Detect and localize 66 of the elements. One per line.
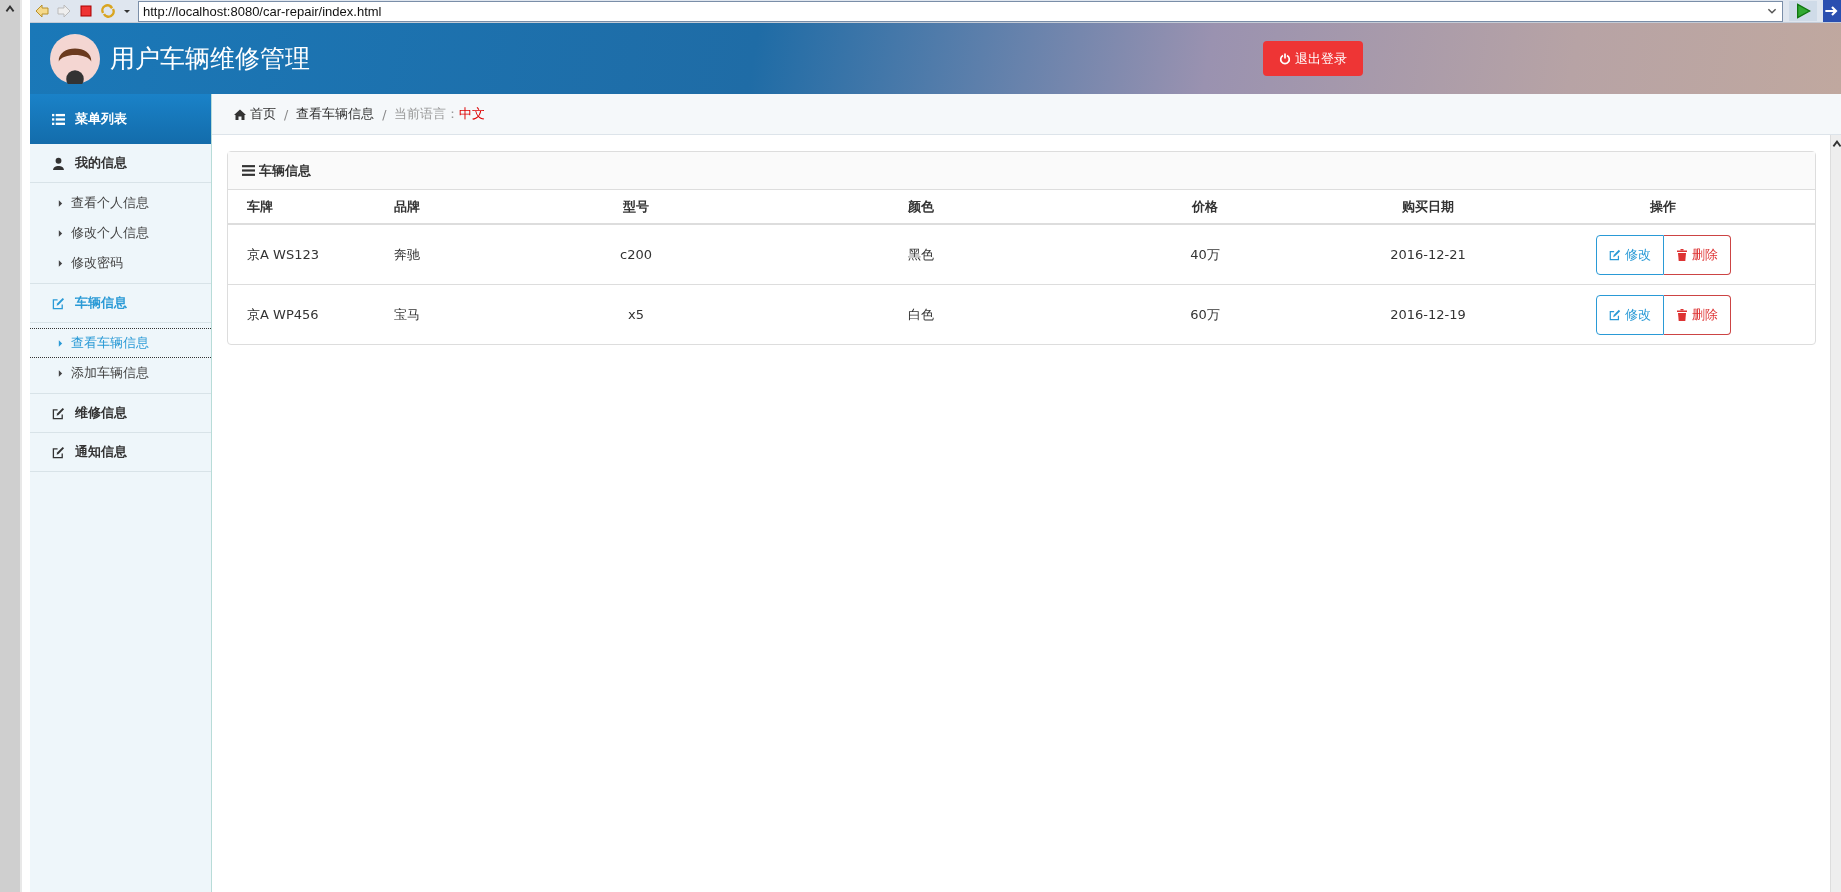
table-cell-text: 宝马 <box>393 305 421 324</box>
scrollbar[interactable] <box>1830 135 1841 892</box>
column-header: 车牌 <box>246 197 274 216</box>
language-label: 当前语言： <box>394 105 460 123</box>
caret-right-icon <box>58 338 63 348</box>
column-header: 品牌 <box>393 197 421 216</box>
refresh-icon <box>100 3 116 19</box>
caret-right-icon <box>58 228 63 238</box>
panel-title: 车辆信息 <box>259 161 311 180</box>
edit-icon <box>1608 248 1621 261</box>
menu-item[interactable]: 添加车辆信息 <box>30 358 211 388</box>
menu-item[interactable]: 修改个人信息 <box>30 218 211 248</box>
caret-right-icon <box>58 258 63 268</box>
power-icon <box>1279 52 1291 65</box>
menu-group[interactable]: 通知信息 <box>30 433 211 472</box>
language-value: 中文 <box>459 105 486 123</box>
column-header: 操作 <box>1649 197 1677 216</box>
column-header: 颜色 <box>907 197 935 216</box>
edit-icon <box>52 296 65 310</box>
scrollbar[interactable] <box>0 0 22 892</box>
caret-right-icon <box>58 368 63 378</box>
sidebar-title: 菜单列表 <box>75 110 127 128</box>
menu-item[interactable]: 查看个人信息 <box>30 188 211 218</box>
caret-right-icon <box>58 198 63 208</box>
column-header: 价格 <box>1190 197 1219 216</box>
table-cell-text: 奔驰 <box>393 245 421 264</box>
play-icon <box>1795 3 1811 19</box>
back-icon <box>34 3 50 19</box>
home-icon <box>234 108 246 120</box>
menu-group[interactable]: 我的信息 <box>30 144 211 183</box>
edit-icon <box>52 406 65 420</box>
menu-item[interactable]: 修改密码 <box>30 248 211 278</box>
delete-button[interactable]: 删除 <box>1663 234 1731 275</box>
address-field[interactable]: http://localhost:8080/car-repair/index.html <box>138 0 1783 22</box>
breadcrumb-separator: / <box>284 106 289 122</box>
breadcrumb-link[interactable]: 首页 <box>234 105 276 123</box>
column-header: 型号 <box>622 197 650 216</box>
app-title: 用户车辆维修管理 <box>110 43 310 75</box>
table-cell-text: c200 <box>619 247 653 262</box>
stop-icon <box>78 3 94 19</box>
go-button[interactable] <box>1789 1 1817 21</box>
breadcrumb-link[interactable]: 查看车辆信息 <box>296 105 375 123</box>
delete-button[interactable]: 删除 <box>1663 294 1731 335</box>
edit-icon <box>1608 308 1621 321</box>
avatar <box>50 33 100 84</box>
edit-icon <box>52 445 65 459</box>
menu-icon <box>242 164 255 177</box>
trash-icon <box>1675 248 1688 261</box>
column-header: 购买日期 <box>1401 197 1455 216</box>
table-cell-text: 白色 <box>907 305 935 324</box>
table-cell-text: 京A WP456 <box>246 305 320 324</box>
logout-button[interactable]: 退出登录 <box>1263 41 1363 76</box>
table-cell-text: 黑色 <box>907 245 935 264</box>
table-cell-text: 京A WS123 <box>246 245 320 264</box>
toolbar-button[interactable] <box>1823 0 1841 22</box>
list-icon <box>52 112 65 126</box>
user-icon <box>52 156 65 170</box>
table-cell-text: 2016-12-19 <box>1389 307 1467 322</box>
table-cell-text: 2016-12-21 <box>1389 247 1467 262</box>
forward-icon <box>56 3 72 19</box>
trash-icon <box>1675 308 1688 321</box>
menu-group[interactable]: 维修信息 <box>30 394 211 433</box>
breadcrumb-separator: / <box>382 106 387 122</box>
table-cell-text: 60万 <box>1189 305 1221 324</box>
table-cell-text: 40万 <box>1189 245 1221 264</box>
table-cell-text: x5 <box>627 307 645 322</box>
